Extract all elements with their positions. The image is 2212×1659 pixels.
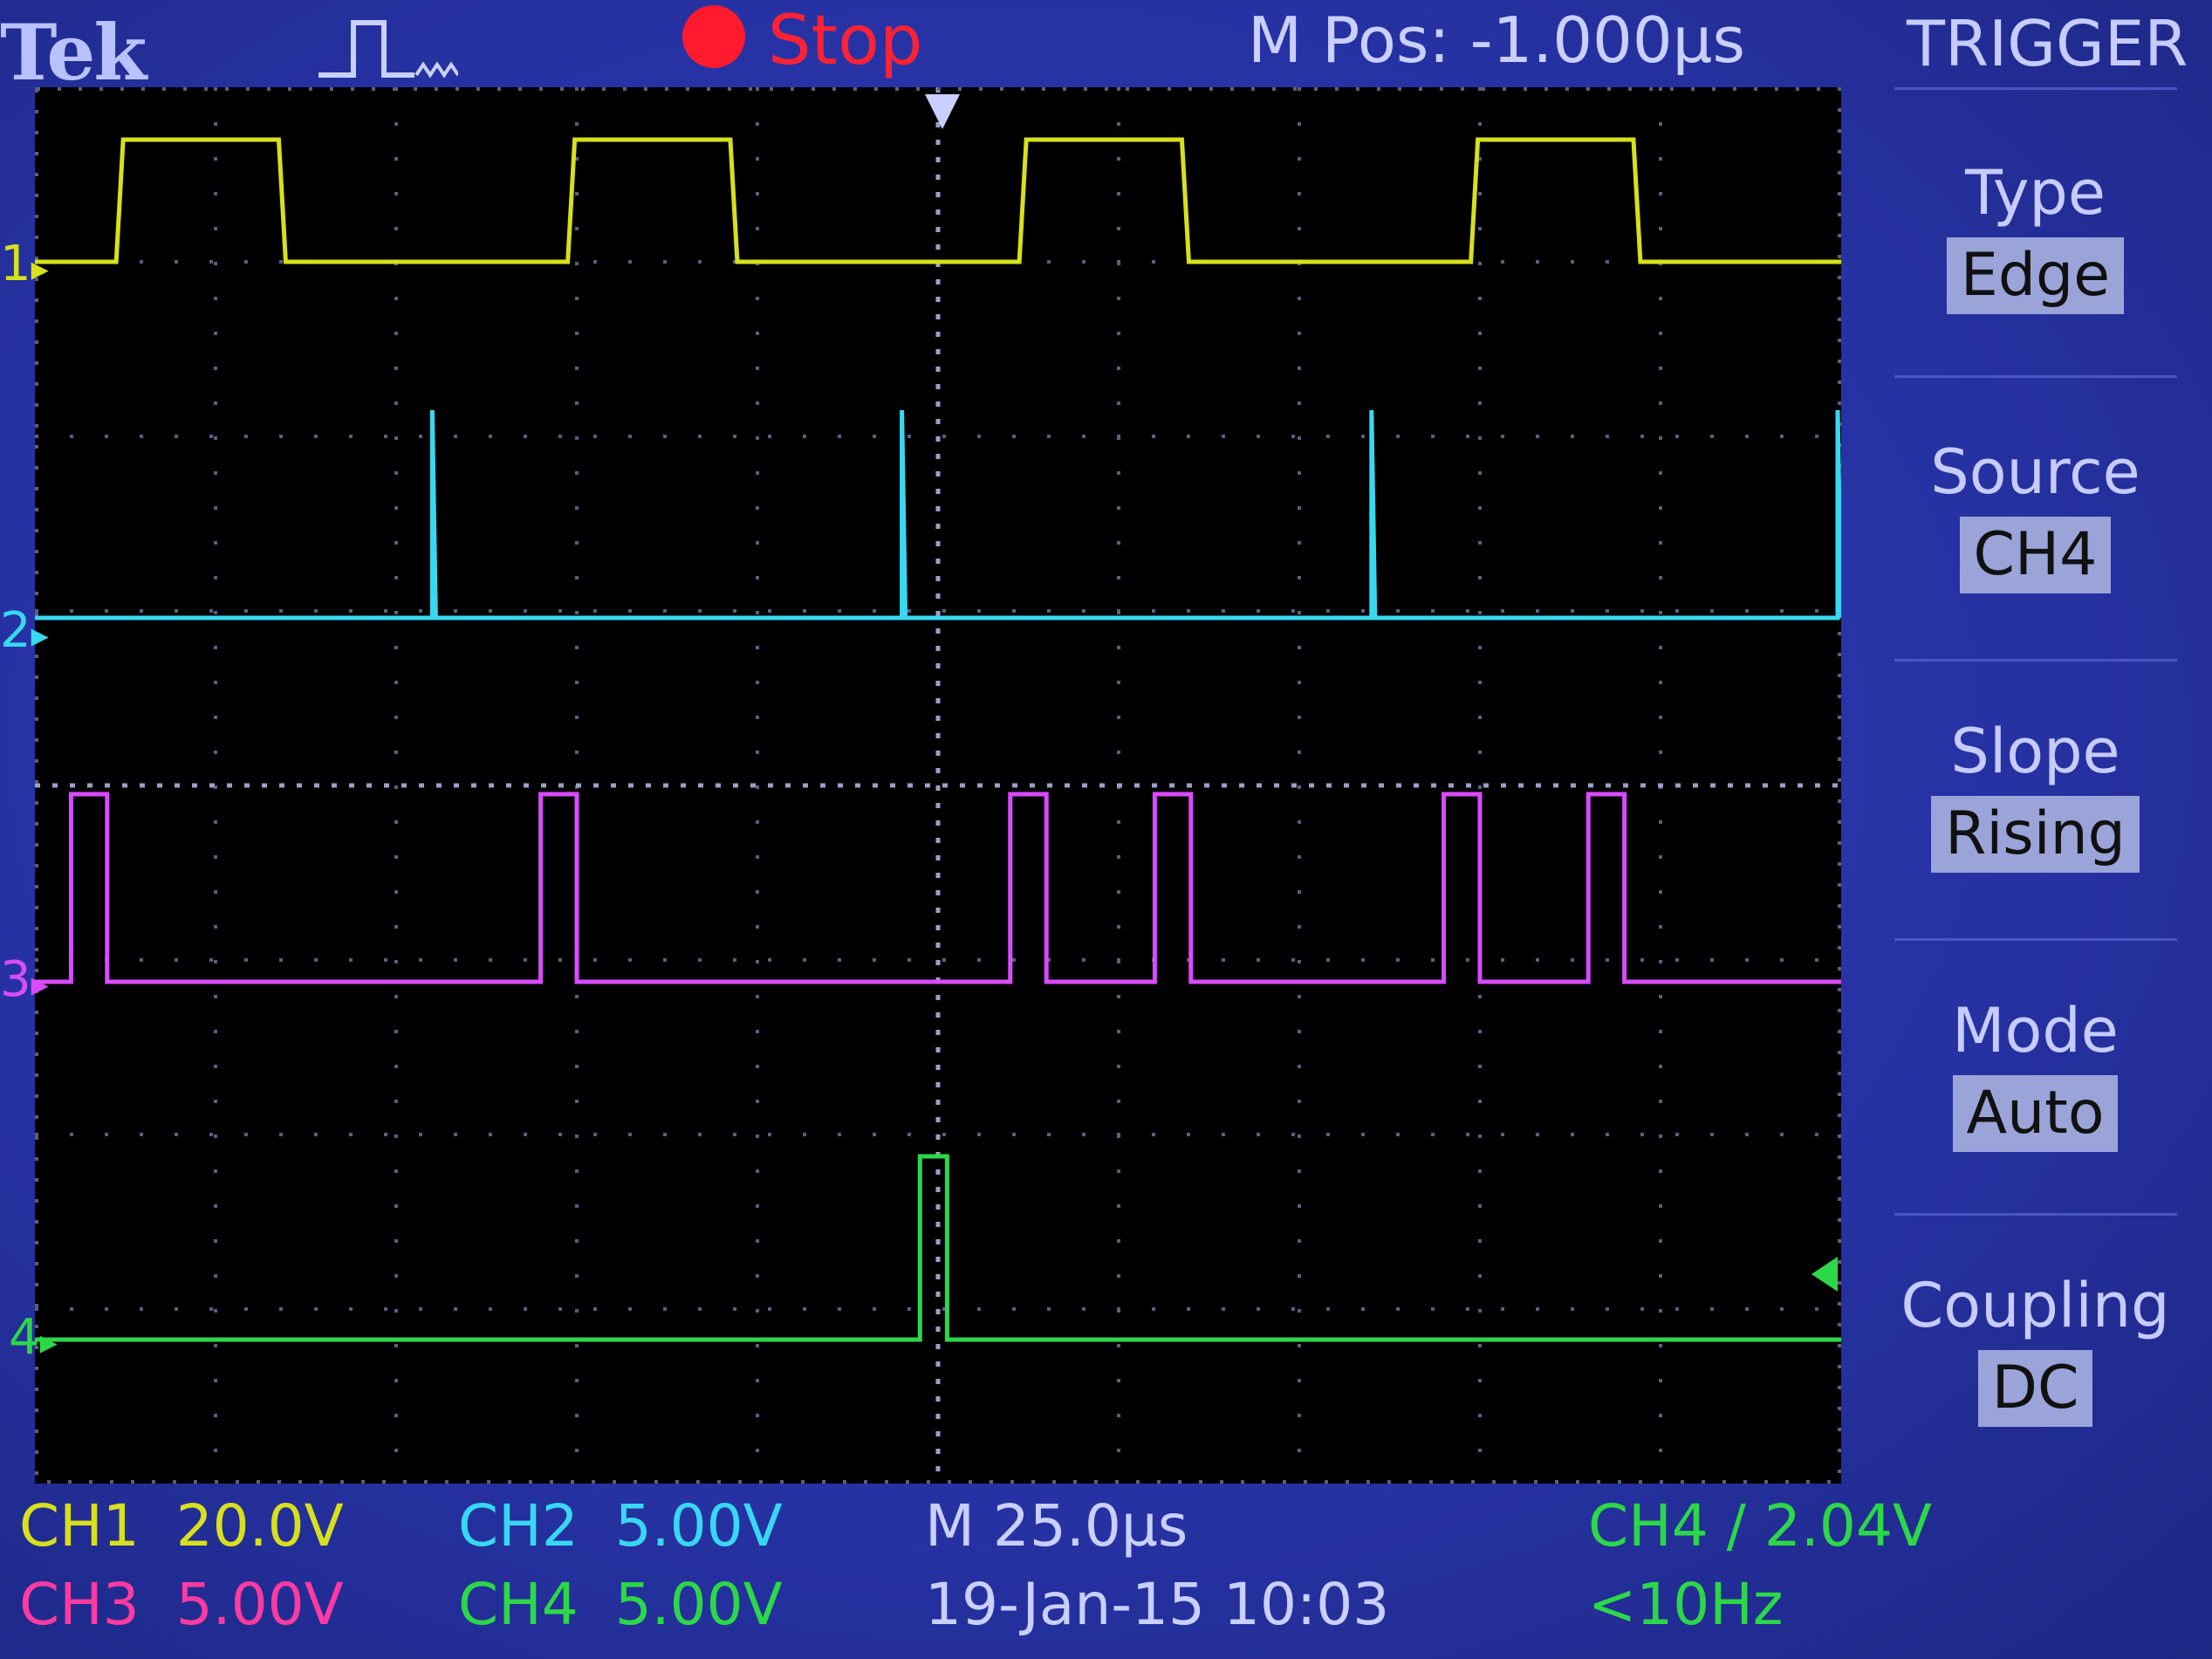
menu-item-value: CH4 (1959, 517, 2112, 593)
ch2-ground-marker: 2▸ (0, 602, 49, 659)
menu-item-label: Type (1965, 157, 2106, 229)
ch4-ground-marker: 4▸ (9, 1309, 58, 1366)
horizontal-position: M Pos: -1.000µs (1248, 3, 1745, 77)
waveform-display (35, 87, 1841, 1484)
menu-item-source[interactable]: Source CH4 (1859, 375, 2212, 646)
menu-title: TRIGGER (1907, 7, 2188, 80)
ch3-ground-marker: 3▸ (0, 951, 49, 1008)
oscilloscope-screen: Tek Stop M Pos: -1.000µs TRIGGER 1▸ 2▸ 3… (0, 0, 2212, 1659)
menu-item-type[interactable]: Type Edge (1859, 96, 2212, 367)
ch2-scale-readout: CH2 5.00V (458, 1492, 783, 1560)
run-state: Stop (768, 2, 923, 80)
menu-divider (1894, 87, 2177, 90)
timebase-readout: M 25.0µs (925, 1492, 1188, 1560)
readout-bar: CH1 20.0V CH3 5.00V CH2 5.00V CH4 5.00V … (0, 1492, 2212, 1659)
menu-item-value: Rising (1931, 796, 2140, 873)
graticule (35, 87, 1841, 1484)
menu-item-label: Source (1930, 436, 2140, 508)
ch4-scale-readout: CH4 5.00V (458, 1571, 783, 1638)
ch3-scale-readout: CH3 5.00V (19, 1571, 344, 1638)
menu-item-label: Slope (1950, 716, 2120, 787)
datetime-readout: 19-Jan-15 10:03 (925, 1571, 1390, 1638)
menu-item-slope[interactable]: Slope Rising (1859, 655, 2212, 925)
menu-item-value: Edge (1946, 237, 2125, 314)
trigger-level-readout: CH4 ∕ 2.04V (1588, 1492, 1933, 1560)
menu-item-mode[interactable]: Mode Auto (1859, 934, 2212, 1204)
trigger-frequency-readout: <10Hz (1588, 1571, 1784, 1638)
brand-logo: Tek (0, 7, 147, 98)
menu-item-label: Mode (1952, 995, 2119, 1066)
menu-item-label: Coupling (1900, 1270, 2170, 1341)
ch1-scale-readout: CH1 20.0V (19, 1492, 344, 1560)
status-bar: Tek Stop M Pos: -1.000µs TRIGGER (0, 0, 2212, 98)
menu-item-value: DC (1977, 1350, 2093, 1427)
menu-item-coupling[interactable]: Coupling DC (1859, 1209, 2212, 1479)
acquisition-mode-icon (318, 20, 458, 79)
ch1-ground-marker: 1▸ (0, 236, 49, 292)
stop-indicator-icon (682, 5, 745, 68)
trigger-menu: Type Edge Source CH4 Slope Rising Mode A… (1859, 87, 2212, 1484)
menu-item-value: Auto (1952, 1075, 2119, 1152)
